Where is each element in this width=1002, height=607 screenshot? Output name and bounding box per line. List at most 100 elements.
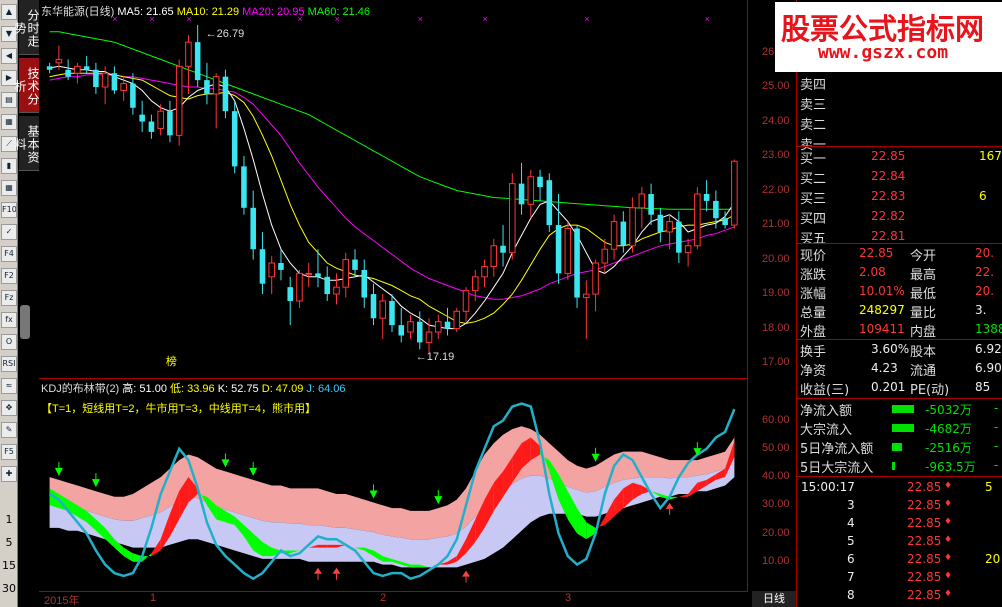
- indicator-title: KDJ的布林带(2): [41, 383, 120, 395]
- candle-body: [684, 245, 692, 254]
- sell-arrow: [434, 496, 443, 505]
- high-annotation: ←26.79: [206, 28, 245, 40]
- tick-icon[interactable]: ✓: [1, 224, 17, 240]
- tab-fundamentals[interactable]: 基本资料: [13, 116, 40, 171]
- period-number-2[interactable]: 15: [0, 559, 18, 572]
- buy-level-label: 买二: [800, 172, 827, 187]
- f2-icon[interactable]: F2: [1, 268, 17, 284]
- flow-tail: -: [994, 439, 999, 453]
- overlay-icon[interactable]: ≈: [1, 378, 17, 394]
- candle-body: [204, 80, 210, 94]
- event-mark: ×: [584, 14, 589, 24]
- tick-time: 7: [847, 570, 855, 584]
- move-icon[interactable]: ✥: [1, 400, 17, 416]
- stock-terminal: ▲ ▼ ◀ ▶ ▤ ▦ ⟋ ▮ ▦ F10 ✓ F4 F2 Fz fx O RSI ≈ ✥ ✎ F5 ✚ 1 5 15 30 分时…: [0, 0, 1002, 607]
- candle-body: [546, 180, 553, 226]
- period-button[interactable]: 日线: [752, 591, 796, 607]
- indicator-k: K: 52.75: [217, 383, 259, 395]
- chart-icon[interactable]: ▤: [1, 92, 17, 108]
- candle-body: [713, 200, 719, 219]
- rsi-icon[interactable]: RSI: [1, 356, 17, 372]
- candle-body: [509, 183, 516, 254]
- kd-fill: [317, 544, 328, 548]
- candle-body: [120, 83, 127, 91]
- price-tick: 22.00: [762, 183, 790, 196]
- sell-level-label: 卖四: [800, 78, 827, 93]
- candle-body: [731, 160, 738, 226]
- x-label-year: 2015年: [44, 595, 80, 607]
- price-tick: 18.00: [762, 321, 790, 334]
- candle-body: [592, 262, 599, 295]
- buy-level-label: 买一: [800, 152, 827, 167]
- buy-arrow: [665, 502, 674, 509]
- candle-body: [315, 273, 321, 277]
- tick-arrow-icon: ♦: [944, 535, 953, 545]
- f10-icon[interactable]: F10: [1, 202, 17, 218]
- candle-body: [453, 310, 461, 330]
- pen-icon[interactable]: ✎: [1, 422, 17, 438]
- candle-body: [46, 66, 53, 70]
- period-number-0[interactable]: 1: [0, 513, 18, 526]
- bar-chart-icon[interactable]: ▮: [1, 158, 17, 174]
- candle-body: [65, 69, 71, 77]
- tick-time: 5: [847, 534, 855, 548]
- period-number-1[interactable]: 5: [0, 536, 18, 549]
- ma10-label: MA10: 21.29: [176, 6, 240, 18]
- ma60-label: MA60: 21.46: [307, 6, 370, 18]
- flow-value: -2516万: [925, 441, 972, 455]
- candle-body: [657, 214, 664, 232]
- stat-value: 20.: [975, 284, 995, 298]
- grid-icon[interactable]: ▦: [1, 114, 17, 130]
- price-tick: 24.00: [762, 114, 790, 127]
- kdj-tick: 10.00: [762, 554, 790, 567]
- f4-icon[interactable]: F4: [1, 246, 17, 262]
- kdj-tick: 30.00: [762, 498, 790, 511]
- f6-icon[interactable]: ✚: [1, 466, 17, 482]
- candle-body: [564, 228, 572, 274]
- fz-icon[interactable]: Fz: [1, 290, 17, 306]
- flow-value: -4682万: [925, 422, 972, 436]
- collapse-handle[interactable]: [20, 305, 30, 339]
- chart-area: × × × × × × × × × ←26.79 ←17.19 榜: [39, 0, 850, 607]
- tab-technical[interactable]: 技术分析: [13, 58, 40, 113]
- candle-chart-icon[interactable]: ▦: [1, 180, 17, 196]
- candle-body: [259, 249, 266, 284]
- rank-badge: 榜: [166, 354, 177, 368]
- sell-arrow: [249, 467, 258, 476]
- tab-intraday[interactable]: 分时走势: [13, 0, 40, 55]
- candle-body: [703, 194, 710, 201]
- period-number-3[interactable]: 30: [0, 582, 18, 595]
- chart-svg[interactable]: × × × × × × × × ×←26.79←17.19榜: [39, 0, 850, 607]
- buy-arrow: [313, 567, 322, 574]
- tick-price: 22.85: [907, 552, 942, 566]
- tick-arrow-icon: ♦: [944, 589, 953, 599]
- candle-body: [148, 121, 155, 132]
- f5-icon[interactable]: F5: [1, 444, 17, 460]
- candle-body: [130, 83, 136, 108]
- stat-label: 换手: [800, 345, 827, 360]
- tick-time: 15:00:17: [801, 480, 855, 494]
- candle-body: [352, 259, 358, 270]
- sell-arrow: [54, 467, 63, 476]
- stat-label: 量比: [910, 306, 937, 321]
- indicator-j: J: 64.06: [306, 383, 346, 395]
- sell-level-label: 卖三: [800, 98, 827, 113]
- tick-arrow-icon: ♦: [944, 499, 953, 509]
- arrow-left-icon[interactable]: ◀: [1, 48, 17, 64]
- vertical-tabs: 分时走势 技术分析 基本资料: [13, 0, 40, 171]
- stat-label: 流通: [910, 364, 937, 379]
- candle-body: [139, 114, 145, 122]
- candle-body: [444, 321, 451, 329]
- arrow-up-icon[interactable]: ▲: [1, 4, 17, 20]
- candle-body: [305, 272, 312, 275]
- stat-label: 外盘: [800, 325, 827, 340]
- flow-bar: [892, 462, 895, 470]
- stat-value: 0.201: [871, 380, 906, 394]
- tick-price: 22.85: [907, 516, 942, 530]
- circle-icon[interactable]: O: [1, 334, 17, 350]
- candle-body: [222, 76, 229, 112]
- candle-body: [481, 265, 488, 278]
- kd-fill: [410, 564, 420, 568]
- fx-icon[interactable]: fx: [1, 312, 17, 328]
- stat-value: 3.60%: [871, 342, 910, 356]
